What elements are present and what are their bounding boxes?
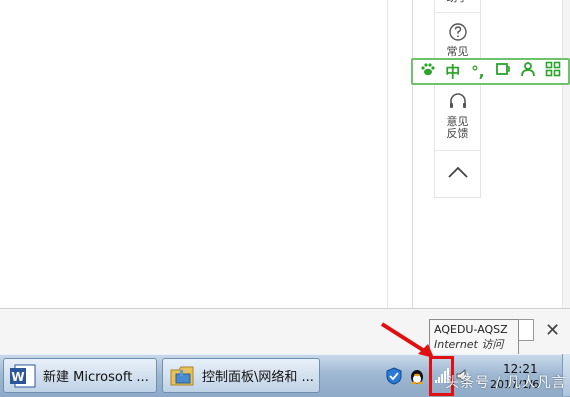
control-panel-icon	[170, 366, 194, 385]
toolbar-divider	[435, 150, 480, 151]
toolbar-divider	[435, 12, 480, 13]
right-column-border	[412, 0, 413, 308]
word-icon: W	[10, 364, 36, 387]
user-icon[interactable]	[518, 61, 538, 82]
tooltip-network-name: AQEDU-AQSZ	[434, 323, 508, 336]
annotation-arrow-icon	[380, 322, 434, 358]
chinese-mode-toggle[interactable]: 中	[443, 62, 463, 82]
scrollbar[interactable]	[562, 0, 570, 308]
faq-label: 常见	[446, 45, 469, 58]
punctuation-toggle[interactable]: °,	[468, 62, 488, 82]
taskbar-button-label: 新建 Microsoft ...	[43, 370, 149, 385]
taskbar-button-label: 控制面板\网络和 ...	[202, 370, 314, 385]
assistant-button[interactable]: 助手	[435, 0, 480, 4]
taskbar-button-word[interactable]: W 新建 Microsoft ...	[3, 358, 157, 393]
content-divider	[387, 0, 388, 308]
back-to-top-button[interactable]	[435, 164, 480, 183]
tooltip-access-status: Internet 访问	[434, 338, 504, 351]
skin-icon[interactable]	[493, 61, 513, 82]
feedback-button[interactable]: 意见 反馈	[435, 92, 480, 140]
taskbar-button-control-panel[interactable]: 控制面板\网络和 ...	[162, 358, 320, 393]
chevron-up-icon	[447, 166, 468, 178]
svg-text:W: W	[11, 370, 24, 384]
question-icon	[448, 23, 467, 41]
ime-toolbar: 中 °,	[411, 58, 570, 85]
grid-icon[interactable]	[543, 61, 563, 82]
security-shield-icon[interactable]	[385, 367, 403, 385]
side-toolbar: 助手 常见 意见 反馈	[434, 0, 481, 198]
headset-icon	[449, 93, 466, 108]
page-content	[0, 0, 570, 308]
paw-icon[interactable]	[418, 61, 438, 82]
close-icon[interactable]: ✕	[545, 322, 560, 340]
faq-button[interactable]: 常见	[435, 22, 480, 58]
network-tooltip: AQEDU-AQSZ Internet 访问	[429, 319, 519, 355]
watermark: 头条号 / 凡人凡言	[445, 375, 567, 391]
qq-penguin-icon[interactable]	[408, 367, 426, 385]
feedback-label-line2: 反馈	[446, 127, 469, 140]
assistant-label: 助手	[435, 0, 480, 4]
